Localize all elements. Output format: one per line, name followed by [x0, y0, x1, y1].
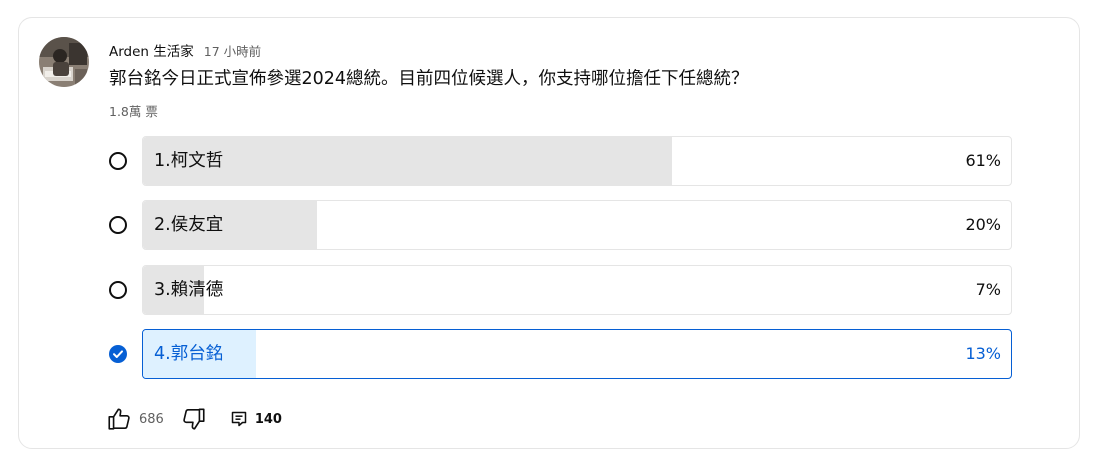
option-label: 4.郭台銘 — [154, 344, 224, 364]
radio-button[interactable] — [109, 152, 127, 170]
vote-count: 1.8萬 票 — [109, 104, 158, 119]
comment-icon — [231, 411, 247, 427]
option-percent: 20% — [965, 215, 1001, 234]
action-bar: 686 140 — [105, 405, 282, 433]
option-percent: 61% — [965, 151, 1001, 170]
like-button[interactable] — [105, 405, 133, 433]
comment-count: 140 — [254, 411, 282, 427]
poll-option-row: 1.柯文哲 61% — [109, 136, 1021, 186]
option-label: 2.侯友宜 — [154, 215, 224, 235]
poll-option-row: 3.賴清德 7% — [109, 265, 1021, 315]
dislike-button[interactable] — [180, 405, 208, 433]
poll-option-row: 2.侯友宜 20% — [109, 200, 1021, 250]
option-label: 3.賴清德 — [154, 280, 224, 300]
option-label: 1.柯文哲 — [154, 151, 224, 171]
author-name[interactable]: Arden 生活家 — [109, 40, 194, 60]
like-count: 686 — [139, 411, 164, 427]
option-percent: 13% — [965, 344, 1001, 363]
avatar-image — [39, 37, 89, 87]
poll-option[interactable]: 3.賴清德 7% — [142, 265, 1012, 315]
option-percent: 7% — [975, 280, 1001, 299]
comments-button[interactable]: 140 — [230, 410, 282, 428]
checkmark-icon — [113, 350, 123, 358]
post-header: Arden 生活家 17 小時前 — [109, 40, 261, 60]
thumbs-up-icon — [108, 408, 130, 430]
radio-button[interactable] — [109, 216, 127, 234]
poll-option-selected[interactable]: 4.郭台銘 13% — [142, 329, 1012, 379]
post-time[interactable]: 17 小時前 — [204, 41, 261, 60]
poll-option[interactable]: 1.柯文哲 61% — [142, 136, 1012, 186]
poll-option[interactable]: 2.侯友宜 20% — [142, 200, 1012, 250]
avatar[interactable] — [39, 37, 89, 87]
poll-option-row: 4.郭台銘 13% — [109, 329, 1021, 379]
poll-question: 郭台銘今日正式宣佈參選2024總統。目前四位候選人，你支持哪位擔任下任總統？ — [109, 69, 749, 89]
community-post-card: Arden 生活家 17 小時前 郭台銘今日正式宣佈參選2024總統。目前四位候… — [18, 17, 1080, 449]
thumbs-down-icon — [183, 408, 205, 430]
radio-button[interactable] — [109, 281, 127, 299]
radio-button-checked[interactable] — [109, 345, 127, 363]
